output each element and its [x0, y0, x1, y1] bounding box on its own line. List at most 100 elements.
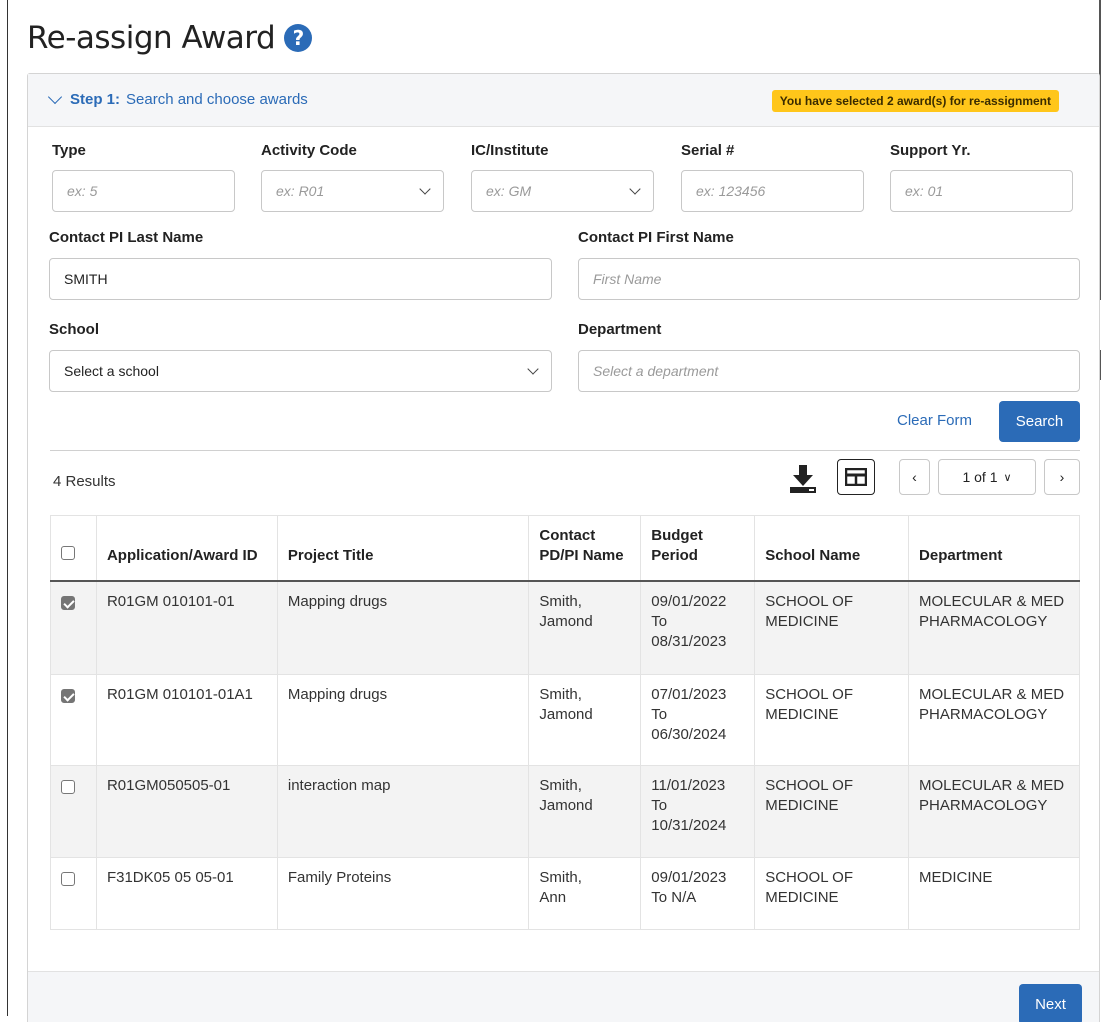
col-header-pi[interactable]: Contact PD/PI Name [528, 515, 642, 582]
chevron-down-icon [527, 363, 539, 375]
page-select[interactable]: 1 of 1 ∨ [938, 459, 1036, 495]
results-count: 4 Results [53, 473, 116, 490]
pi-first-placeholder: First Name [593, 271, 662, 287]
serial-label: Serial # [681, 142, 735, 159]
support-yr-placeholder: ex: 01 [905, 183, 944, 199]
bp-end: 06/30/2024 [651, 725, 727, 743]
pi-first-input[interactable]: First Name [578, 258, 1080, 300]
col-header-title[interactable]: Project Title [276, 515, 530, 582]
pi-last-input[interactable]: SMITH [49, 258, 552, 300]
chevron-left-icon: ‹ [912, 469, 917, 485]
search-button[interactable]: Search [999, 401, 1080, 442]
page-title-text: Re-assign Award [27, 20, 276, 56]
select-all-checkbox[interactable] [61, 546, 75, 560]
row-select-cell [50, 856, 97, 930]
pi-last: Smith, [539, 685, 582, 703]
award-id: R01GM 010101-01 [95, 580, 278, 675]
ic-institute-placeholder: ex: GM [486, 183, 532, 199]
pi-first: Jamond [539, 705, 593, 723]
pi-first: Jamond [539, 796, 593, 814]
next-button[interactable]: Next [1019, 984, 1082, 1022]
step-number: Step 1: [70, 91, 121, 108]
row-checkbox[interactable] [61, 871, 75, 886]
col-header-dept[interactable]: Department [908, 515, 1080, 582]
pi-name: Smith, Ann [528, 856, 642, 930]
project-title: Family Proteins [276, 856, 530, 930]
chevron-down-icon [629, 183, 641, 195]
bp-start: 09/01/2023 [651, 868, 727, 886]
bp-to: To [651, 613, 668, 630]
bp-end: 08/31/2023 [651, 633, 727, 650]
activity-code-select[interactable]: ex: R01 [261, 170, 444, 212]
row-select-cell [50, 764, 97, 858]
department: MOLECULAR & MED PHARMACOLOGY [908, 764, 1080, 858]
support-yr-input[interactable]: ex: 01 [890, 170, 1073, 212]
select-all-cell [50, 515, 97, 582]
col-header-budget[interactable]: Budget Period [640, 515, 756, 582]
row-checkbox[interactable] [61, 596, 75, 610]
row-select-cell [50, 673, 97, 766]
department-label: Department [578, 321, 662, 338]
school-name: SCHOOL OF MEDICINE [754, 580, 910, 675]
table-row: R01GM 010101-01A1 Mapping drugs Smith, Ja… [50, 673, 1080, 766]
selection-badge: You have selected 2 award(s) for re-assi… [771, 90, 1059, 112]
step-header: Step 1: Search and choose awards You hav… [28, 74, 1099, 127]
serial-placeholder: ex: 123456 [696, 183, 766, 199]
pi-last-label: Contact PI Last Name [49, 229, 204, 246]
serial-input[interactable]: ex: 123456 [681, 170, 864, 212]
department-placeholder: Select a department [593, 363, 719, 379]
budget-period: 11/01/2023 To 10/31/2024 [640, 764, 756, 858]
school-name: SCHOOL OF MEDICINE [754, 856, 910, 930]
pi-last: Smith, [539, 776, 582, 794]
table-row: R01GM050505-01 interaction map Smith, Jam… [50, 764, 1080, 858]
step-panel: Step 1: Search and choose awards You hav… [27, 73, 1100, 1022]
col-header-school[interactable]: School Name [754, 515, 910, 582]
bp-to: To [651, 796, 668, 814]
window-left-edge [7, 0, 8, 1016]
pi-last: Smith, [539, 868, 582, 886]
budget-period: 07/01/2023 To 06/30/2024 [640, 673, 756, 766]
table-header-row: Application/Award ID Project Title Conta… [50, 515, 1080, 582]
type-input[interactable]: ex: 5 [52, 170, 235, 212]
bp-end: 10/31/2024 [651, 816, 727, 834]
step-toggle[interactable]: Step 1: Search and choose awards [47, 89, 308, 108]
department-input[interactable]: Select a department [578, 350, 1080, 392]
award-id: F31DK05 05 05-01 [95, 856, 278, 930]
budget-period: 09/01/2022 To 08/31/2023 [640, 580, 756, 675]
row-select-cell [50, 580, 97, 675]
col-header-id[interactable]: Application/Award ID [95, 515, 278, 582]
school-name: SCHOOL OF MEDICINE [754, 764, 910, 858]
clear-form-link[interactable]: Clear Form [897, 412, 972, 429]
help-icon[interactable]: ? [284, 24, 313, 52]
project-title: Mapping drugs [276, 673, 530, 766]
pi-name: Smith, Jamond [528, 764, 642, 858]
row-checkbox[interactable] [61, 688, 75, 703]
ic-institute-label: IC/Institute [471, 142, 549, 159]
chevron-down-icon: ∨ [1003, 471, 1012, 484]
divider [50, 450, 1080, 451]
bp-start: 11/01/2023 [651, 776, 726, 794]
ic-institute-select[interactable]: ex: GM [471, 170, 654, 212]
next-page-button[interactable]: › [1044, 459, 1080, 495]
budget-period: 09/01/2023 To N/A [640, 856, 756, 930]
bp-start: 07/01/2023 [651, 685, 727, 703]
step-label: Search and choose awards [126, 91, 308, 108]
chevron-right-icon: › [1059, 469, 1065, 485]
row-checkbox[interactable] [61, 779, 75, 794]
bp-to: To N/A [651, 888, 697, 906]
bp-start: 09/01/2022 [651, 593, 727, 610]
school-select[interactable]: Select a school [49, 350, 552, 392]
prev-page-button[interactable]: ‹ [899, 459, 930, 495]
type-label: Type [52, 142, 86, 159]
footer-bar: Next [28, 971, 1099, 1022]
pi-name: Smith, Jamond [528, 580, 642, 675]
table-icon [845, 468, 867, 486]
table-row: R01GM 010101-01 Mapping drugs Smith, Jamo… [50, 580, 1080, 675]
award-id: R01GM 010101-01A1 [95, 673, 278, 766]
column-layout-button[interactable] [837, 459, 875, 495]
download-icon[interactable] [786, 462, 820, 496]
pi-first-label: Contact PI First Name [578, 229, 734, 246]
school-value: Select a school [64, 363, 159, 379]
chevron-down-icon [419, 183, 431, 195]
type-placeholder: ex: 5 [67, 183, 98, 199]
